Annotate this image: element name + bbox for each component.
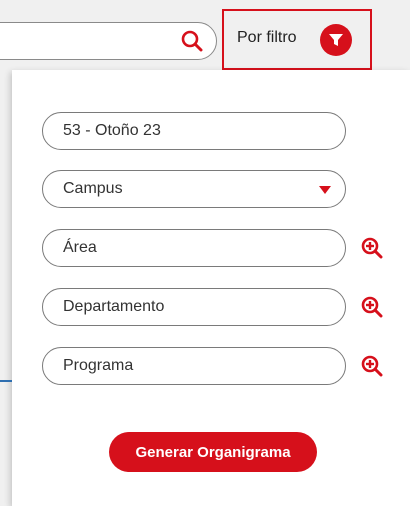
department-value: Departamento <box>63 298 165 315</box>
program-value: Programa <box>63 357 134 374</box>
filter-panel: 53 - Otoño 23 Campus Área Departamento P… <box>12 70 410 506</box>
area-value: Área <box>63 239 97 256</box>
search-icon[interactable] <box>181 30 203 52</box>
department-field[interactable]: Departamento <box>42 288 346 326</box>
filter-mode-label: Por filtro <box>237 29 297 46</box>
campus-value: Campus <box>63 180 123 197</box>
zoom-in-icon[interactable] <box>361 355 383 377</box>
zoom-in-icon[interactable] <box>361 296 383 318</box>
area-field[interactable]: Área <box>42 229 346 267</box>
generate-org-chart-button[interactable]: Generar Organigrama <box>109 432 317 472</box>
filter-icon[interactable] <box>320 24 352 56</box>
program-field[interactable]: Programa <box>42 347 346 385</box>
divider <box>0 380 12 382</box>
period-value: 53 - Otoño 23 <box>63 122 161 139</box>
search-input[interactable] <box>0 22 217 60</box>
zoom-in-icon[interactable] <box>361 237 383 259</box>
period-field[interactable]: 53 - Otoño 23 <box>42 112 346 150</box>
campus-select[interactable]: Campus <box>42 170 346 208</box>
chevron-down-icon[interactable] <box>319 186 331 194</box>
top-bar: Por filtro <box>0 0 410 70</box>
filter-mode-toggle[interactable]: Por filtro <box>222 9 372 70</box>
